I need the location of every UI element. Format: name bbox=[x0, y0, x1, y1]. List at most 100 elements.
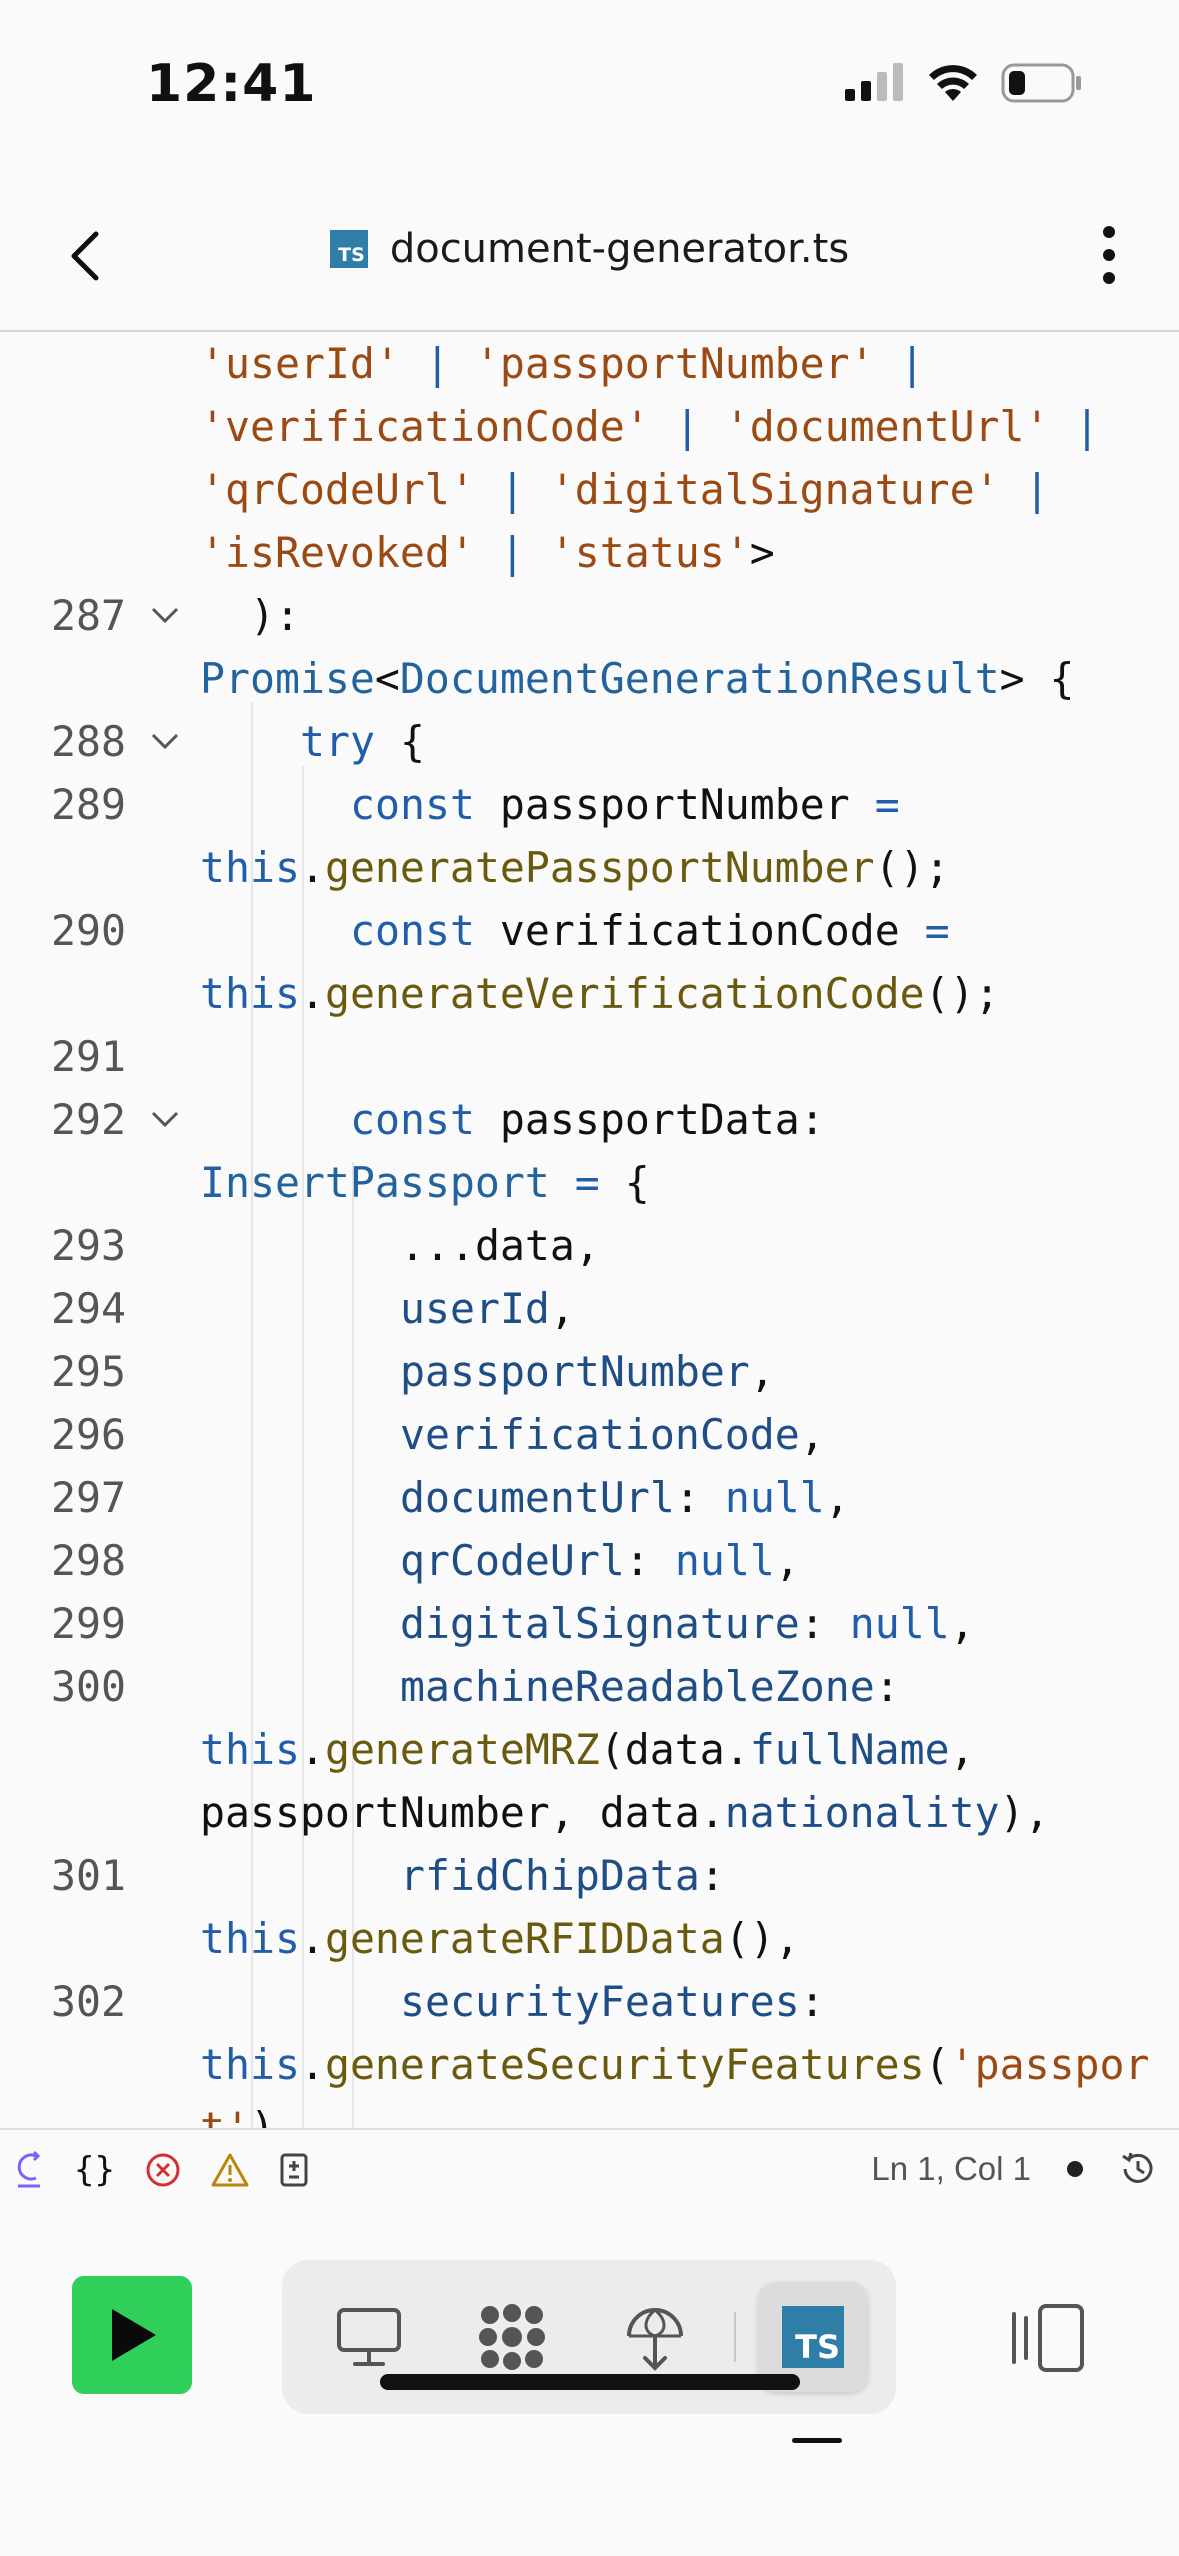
code-line[interactable]: 301 rfidChipData: bbox=[0, 1844, 1179, 1907]
typescript-badge-icon: TS bbox=[329, 230, 368, 268]
code-line[interactable]: 290 const verificationCode = bbox=[0, 899, 1179, 962]
code-text: const passportNumber = bbox=[350, 773, 900, 836]
code-line[interactable]: 'isRevoked' | 'status'> bbox=[0, 521, 1179, 584]
code-line[interactable]: 300 machineReadableZone: bbox=[0, 1655, 1179, 1718]
code-text: t'), bbox=[200, 2096, 300, 2128]
code-line[interactable]: 287): bbox=[0, 584, 1179, 647]
code-token: passportNumber bbox=[400, 1347, 750, 1396]
battery-icon bbox=[1001, 63, 1081, 103]
cellular-signal-icon bbox=[845, 63, 903, 101]
code-token: passportData: bbox=[474, 1095, 825, 1144]
code-token: | bbox=[399, 339, 475, 388]
code-line[interactable]: this.generateRFIDData(), bbox=[0, 1907, 1179, 1970]
code-line[interactable]: 296 verificationCode, bbox=[0, 1403, 1179, 1466]
active-tab-indicator bbox=[792, 2438, 842, 2443]
code-token: . bbox=[699, 1788, 725, 1837]
code-line[interactable]: 'userId' | 'passportNumber' | bbox=[0, 332, 1179, 395]
code-token: . bbox=[299, 969, 325, 1018]
code-token: | bbox=[874, 339, 925, 388]
code-token: = bbox=[924, 906, 950, 955]
ai-assist-icon[interactable] bbox=[14, 2150, 44, 2190]
diff-icon[interactable] bbox=[279, 2152, 309, 2188]
code-line[interactable]: InsertPassport = { bbox=[0, 1151, 1179, 1214]
file-name: document-generator.ts bbox=[389, 226, 850, 272]
code-line[interactable]: Promise<DocumentGenerationResult> { bbox=[0, 647, 1179, 710]
code-line[interactable]: this.generateMRZ(data.fullName, bbox=[0, 1718, 1179, 1781]
code-token: DocumentGenerationResult bbox=[399, 654, 1000, 703]
code-token: this bbox=[200, 2040, 300, 2089]
panel-toggle-icon[interactable] bbox=[1008, 2298, 1088, 2378]
cursor-position[interactable]: Ln 1, Col 1 bbox=[871, 2150, 1031, 2188]
line-number: 288 bbox=[51, 717, 126, 766]
code-token: , bbox=[749, 1347, 775, 1396]
code-text: rfidChipData: bbox=[400, 1844, 725, 1907]
braces-icon[interactable]: {} bbox=[74, 2150, 115, 2190]
code-token: null bbox=[849, 1599, 950, 1648]
home-indicator[interactable] bbox=[380, 2374, 800, 2390]
code-line[interactable]: 297 documentUrl: null, bbox=[0, 1466, 1179, 1529]
code-line[interactable]: 291 bbox=[0, 1025, 1179, 1088]
code-token: 'status' bbox=[549, 528, 750, 577]
code-token: > { bbox=[999, 654, 1075, 703]
code-token: generateMRZ bbox=[324, 1725, 600, 1774]
code-token: 'isRevoked' bbox=[200, 528, 475, 577]
code-token: this bbox=[200, 1725, 300, 1774]
line-number: 296 bbox=[51, 1410, 126, 1459]
code-line[interactable]: 294 userId, bbox=[0, 1277, 1179, 1340]
desktop-icon bbox=[337, 2308, 401, 2366]
code-token: { bbox=[624, 1158, 650, 1207]
code-token: ...data, bbox=[400, 1221, 600, 1270]
code-token: ( bbox=[924, 2040, 950, 2089]
code-editor[interactable]: 'userId' | 'passportNumber' |'verificati… bbox=[0, 332, 1179, 2128]
file-title[interactable]: TS document-generator.ts bbox=[0, 226, 1179, 272]
fold-chevron-icon[interactable] bbox=[150, 604, 180, 626]
code-text: verificationCode, bbox=[400, 1403, 825, 1466]
code-token: , bbox=[799, 1410, 825, 1459]
code-line[interactable]: this.generatePassportNumber(); bbox=[0, 836, 1179, 899]
code-line[interactable]: this.generateSecurityFeatures('passpor bbox=[0, 2033, 1179, 2096]
code-text: this.generateVerificationCode(); bbox=[200, 962, 1000, 1025]
error-icon[interactable] bbox=[145, 2152, 181, 2188]
code-token: documentUrl bbox=[400, 1473, 675, 1522]
code-token: (data bbox=[599, 1725, 725, 1774]
line-number: 299 bbox=[51, 1599, 126, 1648]
code-line[interactable]: 288 try { bbox=[0, 710, 1179, 773]
code-line[interactable]: this.generateVerificationCode(); bbox=[0, 962, 1179, 1025]
code-token: null bbox=[674, 1536, 775, 1585]
code-line[interactable]: 'qrCodeUrl' | 'digitalSignature' | bbox=[0, 458, 1179, 521]
line-number: 293 bbox=[51, 1221, 126, 1270]
line-number: 295 bbox=[51, 1347, 126, 1396]
line-number: 294 bbox=[51, 1284, 126, 1333]
code-line[interactable]: t'), bbox=[0, 2096, 1179, 2128]
code-token: : bbox=[674, 1473, 725, 1522]
code-token: nationality bbox=[724, 1788, 1000, 1837]
code-line[interactable]: 292 const passportData: bbox=[0, 1088, 1179, 1151]
fold-chevron-icon[interactable] bbox=[150, 730, 180, 752]
code-line[interactable]: 299 digitalSignature: null, bbox=[0, 1592, 1179, 1655]
code-line[interactable]: 295 passportNumber, bbox=[0, 1340, 1179, 1403]
code-text: ...data, bbox=[400, 1214, 600, 1277]
code-token: passportNumber bbox=[474, 780, 875, 829]
code-token: 'documentUrl' bbox=[724, 402, 1050, 451]
code-token: . bbox=[299, 843, 325, 892]
code-line[interactable]: 298 qrCodeUrl: null, bbox=[0, 1529, 1179, 1592]
code-text: passportNumber, data.nationality), bbox=[200, 1781, 1050, 1844]
line-number: 291 bbox=[51, 1032, 126, 1081]
more-options-icon[interactable] bbox=[1079, 220, 1139, 290]
code-line[interactable]: passportNumber, data.nationality), bbox=[0, 1781, 1179, 1844]
warning-icon[interactable] bbox=[211, 2152, 249, 2188]
history-icon[interactable] bbox=[1119, 2150, 1157, 2188]
code-line[interactable]: 289 const passportNumber = bbox=[0, 773, 1179, 836]
code-token: | bbox=[474, 528, 550, 577]
fold-chevron-icon[interactable] bbox=[150, 1108, 180, 1130]
tab-switcher: TS bbox=[282, 2260, 896, 2414]
code-token: ), bbox=[999, 1788, 1050, 1837]
code-line[interactable]: 'verificationCode' | 'documentUrl' | bbox=[0, 395, 1179, 458]
line-number: 298 bbox=[51, 1536, 126, 1585]
code-line[interactable]: 302 securityFeatures: bbox=[0, 1970, 1179, 2033]
line-number: 287 bbox=[51, 591, 126, 640]
code-token: , bbox=[824, 1473, 850, 1522]
code-line[interactable]: 293 ...data, bbox=[0, 1214, 1179, 1277]
run-button[interactable] bbox=[72, 2276, 192, 2394]
code-text: const verificationCode = bbox=[350, 899, 950, 962]
